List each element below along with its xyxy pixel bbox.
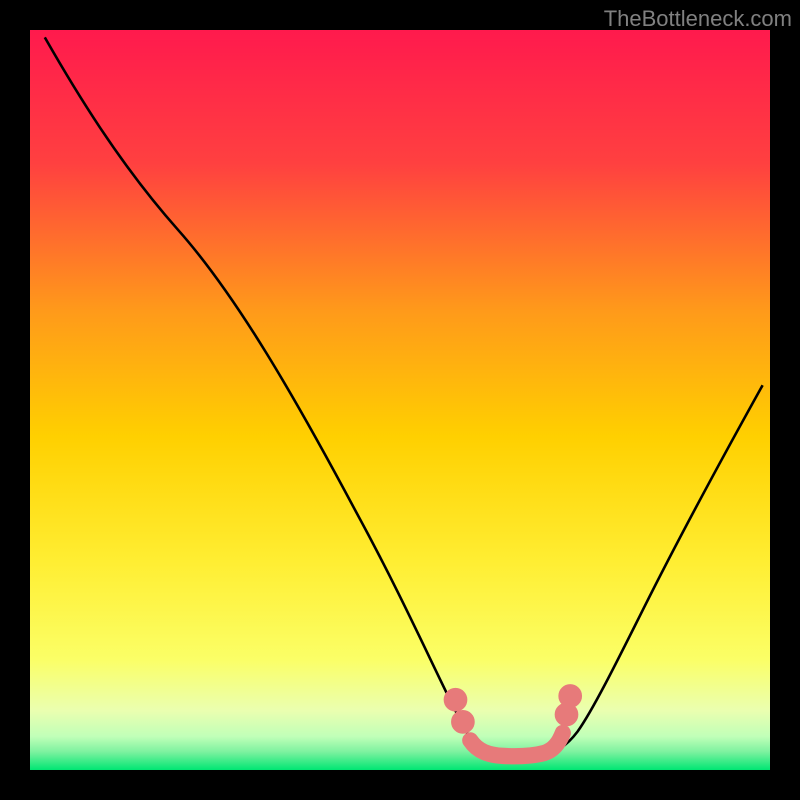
chart-container: TheBottleneck.com [0, 0, 800, 800]
watermark-text: TheBottleneck.com [604, 6, 792, 32]
curve-layer [30, 30, 770, 770]
bottleneck-curve [45, 37, 763, 756]
plot-area [30, 30, 770, 770]
valley-marker [447, 688, 578, 756]
